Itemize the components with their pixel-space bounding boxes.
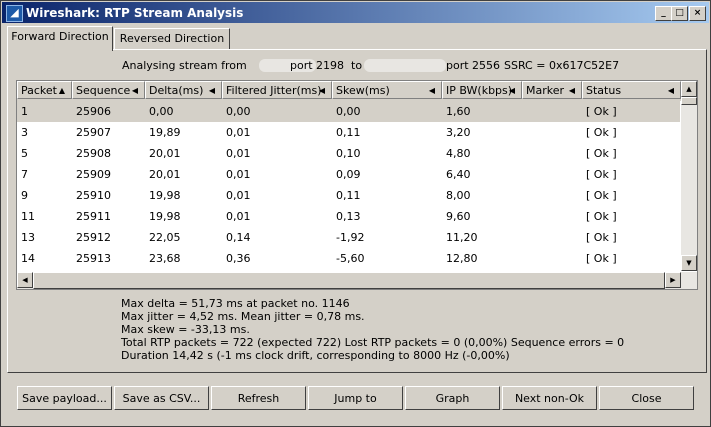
column-header-skew[interactable]: Skew(ms) ◀: [332, 81, 442, 99]
maximize-button[interactable]: □: [671, 6, 688, 21]
column-header-sequence[interactable]: Sequence ◀: [72, 81, 145, 99]
redacted-destination-address: [364, 59, 446, 72]
column-left-arrow-icon: ◀: [318, 86, 325, 95]
window-title: Wireshark: RTP Stream Analysis: [26, 6, 244, 20]
stat-total-packets: Total RTP packets = 722 (expected 722) L…: [121, 336, 625, 349]
column-left-arrow-icon: ◀: [131, 86, 138, 95]
table-row[interactable]: 9 25910 19,98 0,01 0,11 8,00 [ Ok ]: [17, 185, 680, 206]
column-left-arrow-icon: ◀: [568, 86, 575, 95]
analysis-prefix: Analysing stream from: [122, 59, 247, 72]
jump-to-button[interactable]: Jump to: [308, 386, 403, 410]
column-left-arrow-icon: ◀: [208, 86, 215, 95]
vertical-scrollbar[interactable]: ▲ ▼: [681, 81, 697, 271]
scroll-right-icon[interactable]: ▶: [665, 272, 681, 288]
scroll-down-icon[interactable]: ▼: [681, 255, 697, 271]
column-left-arrow-icon: ◀: [667, 86, 674, 95]
analysis-port-to: port 2556: [446, 59, 501, 72]
save-payload-button[interactable]: Save payload...: [17, 386, 112, 410]
refresh-button[interactable]: Refresh: [211, 386, 306, 410]
table-header: Packet ▲ Sequence ◀ Delta(ms) ◀ Filtered Ji…: [17, 81, 681, 101]
column-left-arrow-icon: ◀: [428, 86, 435, 95]
column-left-arrow-icon: ◀: [508, 86, 515, 95]
table-row[interactable]: 13 25912 22,05 0,14 -1,92 11,20 [ Ok ]: [17, 227, 680, 248]
column-header-marker[interactable]: Marker ◀: [522, 81, 582, 99]
horizontal-scroll-thumb[interactable]: [33, 272, 665, 289]
next-non-ok-button[interactable]: Next non-Ok: [502, 386, 597, 410]
rtp-packet-table: Packet ▲ Sequence ◀ Delta(ms) ◀ Filtered Ji…: [16, 80, 698, 290]
stream-statistics: Max delta = 51,73 ms at packet no. 1146 …: [121, 297, 624, 362]
analysis-port-from: port 2198: [290, 59, 345, 72]
vertical-scroll-thumb[interactable]: [681, 97, 697, 105]
column-header-delta[interactable]: Delta(ms) ◀: [145, 81, 222, 99]
graph-button[interactable]: Graph: [405, 386, 500, 410]
table-row[interactable]: 3 25907 19,89 0,01 0,11 3,20 [ Ok ]: [17, 122, 680, 143]
stat-duration: Duration 14,42 s (-1 ms clock drift, cor…: [121, 349, 510, 362]
minimize-button[interactable]: _: [655, 6, 672, 21]
table-row[interactable]: 5 25908 20,01 0,01 0,10 4,80 [ Ok ]: [17, 143, 680, 164]
stat-max-jitter: Max jitter = 4,52 ms. Mean jitter = 0,78…: [121, 310, 365, 323]
table-row[interactable]: 7 25909 20,01 0,01 0,09 6,40 [ Ok ]: [17, 164, 680, 185]
column-header-filtered-jitter[interactable]: Filtered Jitter(ms) ◀: [222, 81, 332, 99]
save-as-csv-button[interactable]: Save as CSV...: [114, 386, 209, 410]
close-button[interactable]: Close: [599, 386, 694, 410]
table-row[interactable]: 1 25906 0,00 0,00 0,00 1,60 [ Ok ]: [17, 101, 680, 122]
analysis-ssrc: SSRC = 0x617C52E7: [504, 59, 620, 72]
horizontal-scrollbar[interactable]: ◀ ▶: [17, 272, 697, 289]
column-header-status[interactable]: Status ◀: [582, 81, 681, 99]
table-row[interactable]: 14 25913 23,68 0,36 -5,60 12,80 [ Ok ]: [17, 248, 680, 269]
wireshark-icon: ◢: [6, 5, 23, 22]
scroll-left-icon[interactable]: ◀: [17, 272, 33, 288]
column-header-ip-bw[interactable]: IP BW(kbps) ◀: [442, 81, 522, 99]
column-header-packet[interactable]: Packet ▲: [17, 81, 72, 99]
tab-reversed-direction[interactable]: Reversed Direction: [114, 28, 230, 49]
analysis-to: to: [351, 59, 363, 72]
tab-forward-direction[interactable]: Forward Direction: [7, 26, 113, 51]
sort-ascending-icon: ▲: [58, 86, 65, 95]
table-row[interactable]: 11 25911 19,98 0,01 0,13 9,60 [ Ok ]: [17, 206, 680, 227]
close-window-button[interactable]: ×: [689, 6, 706, 21]
stat-max-delta: Max delta = 51,73 ms at packet no. 1146: [121, 297, 350, 310]
rtp-stream-analysis-window: ◢ Wireshark: RTP Stream Analysis _ □ × F…: [0, 0, 711, 427]
scroll-up-icon[interactable]: ▲: [681, 81, 697, 97]
title-bar[interactable]: ◢ Wireshark: RTP Stream Analysis _ □ ×: [2, 2, 709, 23]
stat-max-skew: Max skew = -33,13 ms.: [121, 323, 250, 336]
